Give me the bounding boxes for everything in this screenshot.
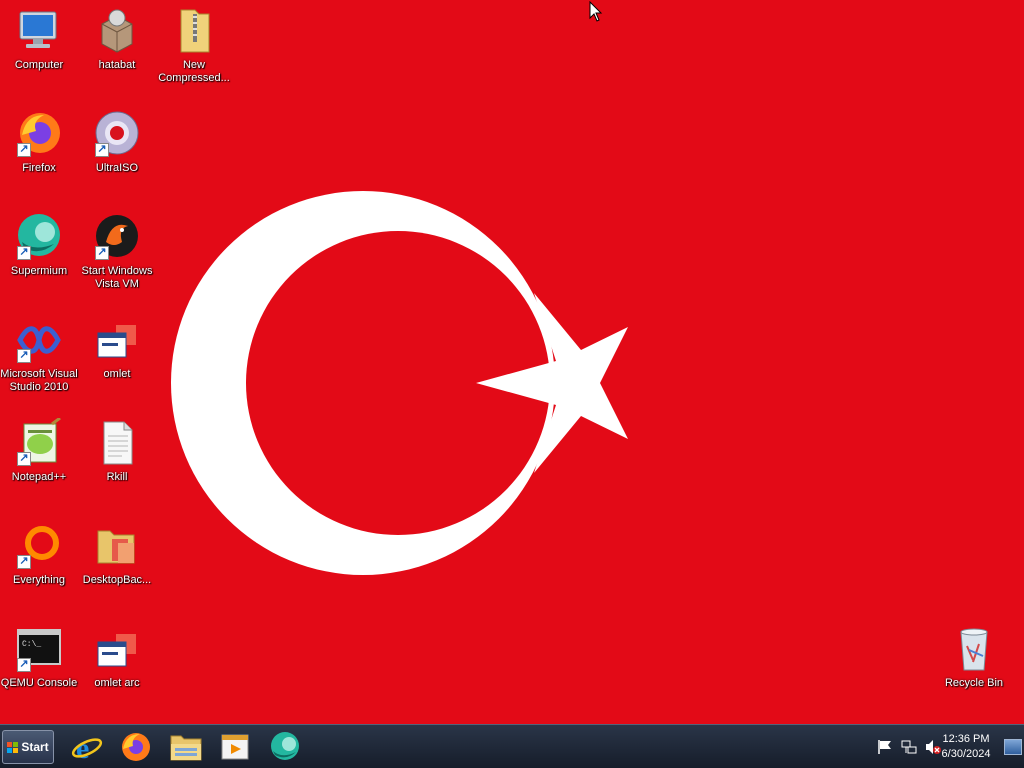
icon-label: hatabat bbox=[98, 59, 136, 71]
document-icon bbox=[92, 418, 142, 468]
icon-label: omlet arc bbox=[94, 677, 140, 689]
desktop-icon-desktopbac[interactable]: DesktopBac... bbox=[78, 521, 156, 587]
shortcut-arrow-icon: ↗ bbox=[17, 452, 31, 466]
media-player-icon bbox=[221, 734, 249, 760]
icon-label: Recycle Bin bbox=[944, 677, 1004, 689]
firefox-icon: ↗ bbox=[14, 109, 64, 159]
desktop-icon-omlet-arc[interactable]: omlet arc bbox=[78, 624, 156, 690]
taskbar-firefox[interactable] bbox=[117, 729, 155, 765]
desktop-icon-computer[interactable]: Computer bbox=[0, 6, 78, 72]
window-app-icon bbox=[92, 624, 142, 674]
shortcut-arrow-icon: ↗ bbox=[17, 246, 31, 260]
taskbar-file-explorer[interactable] bbox=[167, 729, 205, 765]
clock[interactable]: 12:36 PM 6/30/2024 bbox=[934, 732, 998, 762]
taskbar-media-player[interactable] bbox=[216, 729, 254, 765]
icon-label: Firefox bbox=[22, 162, 56, 174]
supermium-icon bbox=[271, 732, 299, 760]
icon-label: DesktopBac... bbox=[82, 574, 152, 586]
desktop-icon-rkill[interactable]: Rkill bbox=[78, 418, 156, 484]
icon-label: UltraISO bbox=[95, 162, 139, 174]
icon-label: Notepad++ bbox=[11, 471, 67, 483]
icon-label: Computer bbox=[14, 59, 64, 71]
desktop-icon-vista-vm[interactable]: ↗ Start Windows Vista VM bbox=[78, 212, 156, 291]
internet-explorer-icon: e bbox=[71, 732, 103, 763]
shortcut-arrow-icon: ↗ bbox=[95, 143, 109, 157]
desktop-icon-supermium[interactable]: ↗ Supermium bbox=[0, 212, 78, 278]
action-center-flag-icon[interactable] bbox=[876, 738, 894, 756]
taskbar-internet-explorer[interactable]: e bbox=[68, 729, 106, 765]
folder-icon bbox=[92, 521, 142, 571]
recycle-bin-icon bbox=[949, 624, 999, 674]
start-label: Start bbox=[21, 740, 49, 754]
taskbar: Start e 12:36 PM 6/30/2024 bbox=[0, 724, 1024, 768]
desktop-icon-firefox[interactable]: ↗ Firefox bbox=[0, 109, 78, 175]
icon-label: Start Windows Vista VM bbox=[81, 265, 153, 290]
disc-icon: ↗ bbox=[92, 109, 142, 159]
desktop-icon-qemu-console[interactable]: C:\_ ↗ QEMU Console bbox=[0, 624, 78, 690]
desktop-icon-omlet[interactable]: omlet bbox=[78, 315, 156, 381]
notepad-plus-icon: ↗ bbox=[14, 416, 64, 468]
desktop[interactable]: Computer ↗ Firefox ↗ Supermium ↗ Microso… bbox=[0, 0, 1024, 724]
desktop-icon-visual-studio[interactable]: ↗ Microsoft Visual Studio 2010 bbox=[0, 315, 78, 394]
supermium-icon: ↗ bbox=[14, 212, 64, 262]
start-button[interactable]: Start bbox=[2, 730, 54, 764]
show-desktop-button[interactable] bbox=[1004, 739, 1022, 755]
icon-label: Supermium bbox=[10, 265, 68, 277]
mouse-cursor-icon bbox=[589, 1, 603, 22]
desktop-icon-new-compressed[interactable]: New Compressed... bbox=[155, 6, 233, 85]
desktop-icon-hatabat[interactable]: hatabat bbox=[78, 6, 156, 72]
console-icon: C:\_ ↗ bbox=[14, 624, 64, 674]
shortcut-arrow-icon: ↗ bbox=[17, 143, 31, 157]
icon-label: QEMU Console bbox=[0, 677, 78, 689]
shortcut-arrow-icon: ↗ bbox=[17, 658, 31, 672]
shortcut-arrow-icon: ↗ bbox=[17, 555, 31, 569]
everything-icon: ↗ bbox=[14, 521, 64, 571]
clock-date: 6/30/2024 bbox=[941, 748, 991, 760]
computer-icon bbox=[14, 6, 64, 56]
zip-folder-icon bbox=[169, 6, 219, 56]
vm-icon: ↗ bbox=[92, 212, 142, 262]
icon-label: Everything bbox=[13, 574, 65, 586]
shortcut-arrow-icon: ↗ bbox=[95, 246, 109, 260]
svg-text:C:\_: C:\_ bbox=[22, 640, 41, 649]
icon-label: Rkill bbox=[106, 471, 128, 483]
clock-time: 12:36 PM bbox=[942, 733, 990, 745]
file-explorer-icon bbox=[170, 735, 202, 761]
system-tray: 12:36 PM 6/30/2024 bbox=[864, 725, 1024, 768]
package-icon bbox=[92, 6, 142, 56]
network-icon[interactable] bbox=[900, 738, 918, 756]
icon-label: omlet bbox=[103, 368, 131, 380]
window-app-icon bbox=[92, 315, 142, 365]
desktop-icon-everything[interactable]: ↗ Everything bbox=[0, 521, 78, 587]
desktop-icon-recycle-bin[interactable]: Recycle Bin bbox=[935, 624, 1013, 690]
icon-label: Microsoft Visual Studio 2010 bbox=[0, 368, 78, 393]
windows-logo-icon bbox=[7, 741, 19, 753]
shortcut-arrow-icon: ↗ bbox=[17, 349, 31, 363]
taskbar-supermium[interactable] bbox=[266, 729, 304, 765]
desktop-icon-ultraiso[interactable]: ↗ UltraISO bbox=[78, 109, 156, 175]
desktop-icon-notepad-plus[interactable]: ↗ Notepad++ bbox=[0, 416, 78, 484]
firefox-icon bbox=[122, 733, 150, 761]
visual-studio-icon: ↗ bbox=[14, 315, 64, 365]
icon-label: New Compressed... bbox=[158, 59, 230, 84]
